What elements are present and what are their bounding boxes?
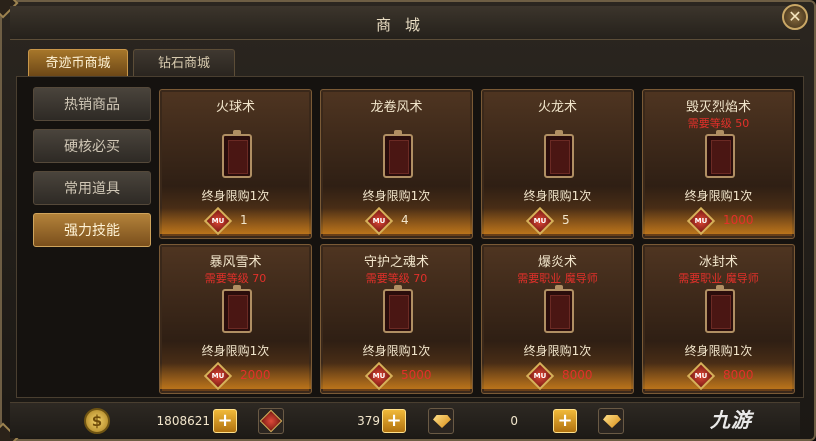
price-row: MU 5000 [321,361,472,391]
price-row: MU 4 [321,206,472,236]
purchase-limit: 终身限购1次 [684,189,753,203]
item-card[interactable]: 守护之魂术 需要等级 70 终身限购1次 MU 5000 [320,244,473,394]
item-name: 暴风雪术 [209,255,262,270]
title-bar: 商城 ✕ [10,4,808,40]
mu-badge-icon: MU [364,206,394,236]
window-title: 商城 [375,16,434,34]
add-diamond-button[interactable]: + [553,409,577,433]
skill-book-icon [383,130,413,178]
item-requirement: 需要等级 70 [204,272,267,285]
item-card[interactable]: 毁灭烈焰术 需要等级 50 终身限购1次 MU 1000 [642,89,795,239]
mu-badge-icon: MU [686,361,716,391]
gold-coin-icon: $ [84,408,110,434]
category-hot-items[interactable]: 热销商品 [33,87,151,121]
item-price: 2000 [240,368,271,382]
mu-badge-icon: MU [525,206,555,236]
purchase-limit: 终身限购1次 [523,344,592,358]
purchase-limit: 终身限购1次 [362,344,431,358]
close-button[interactable]: ✕ [782,4,808,30]
item-price: 8000 [562,368,593,382]
item-card[interactable]: 火球术 终身限购1次 MU 1 [159,89,312,239]
item-card[interactable]: 暴风雪术 需要等级 70 终身限购1次 MU 2000 [159,244,312,394]
add-miracle-coin-button[interactable]: + [382,409,406,433]
mu-badge-icon: MU [203,361,233,391]
mu-badge-icon: MU [686,206,716,236]
item-card[interactable]: 爆炎术 需要职业 魔导师 终身限购1次 MU 8000 [481,244,634,394]
price-row: MU 8000 [643,361,794,391]
item-requirement: 需要职业 魔导师 [517,272,598,285]
mu-badge-icon: MU [203,206,233,236]
purchase-limit: 终身限购1次 [201,189,270,203]
item-price: 1000 [723,213,754,227]
price-row: MU 2000 [160,361,311,391]
item-price: 4 [401,213,409,227]
item-name: 守护之魂术 [363,255,429,270]
category-skills[interactable]: 强力技能 [33,213,151,247]
item-card[interactable]: 冰封术 需要职业 魔导师 终身限购1次 MU 8000 [642,244,795,394]
purchase-limit: 终身限购1次 [523,189,592,203]
skill-book-icon [222,130,252,178]
skill-book-icon [383,285,413,333]
mu-badge-icon [258,408,284,434]
item-price: 5000 [401,368,432,382]
gold-balance: 1808621 [156,414,210,428]
shop-window: 商城 ✕ 奇迹币商城 钻石商城 热销商品 硬核必买 常用道具 强力技能 火球术 … [0,0,816,441]
mu-badge-icon: MU [364,361,394,391]
item-requirement: 需要等级 70 [365,272,428,285]
diamond-balance: 0 [510,414,518,428]
item-requirement: 需要等级 50 [687,117,750,130]
item-name: 毁灭烈焰术 [685,100,751,115]
item-name: 龙卷风术 [370,100,423,115]
item-name: 火球术 [215,100,255,115]
item-price: 8000 [723,368,754,382]
tab-miracle-coin-shop[interactable]: 奇迹币商城 [28,49,128,77]
item-name: 爆炎术 [537,255,577,270]
watermark-logo: 九游 [710,408,752,432]
price-row: MU 8000 [482,361,633,391]
skill-book-icon [705,285,735,333]
skill-book-icon [544,285,574,333]
price-row: MU 5 [482,206,633,236]
shop-content-panel: 热销商品 硬核必买 常用道具 强力技能 火球术 终身限购1次 MU 1 龙卷风术… [16,76,804,398]
tab-diamond-shop[interactable]: 钻石商城 [133,49,235,77]
item-card[interactable]: 火龙术 终身限购1次 MU 5 [481,89,634,239]
skill-book-icon [222,285,252,333]
category-common-items[interactable]: 常用道具 [33,171,151,205]
currency-bar: $ 1808621 + 379 + 0 + [10,402,800,438]
item-name: 火龙术 [537,100,577,115]
item-name: 冰封术 [698,255,738,270]
item-price: 5 [562,213,570,227]
skill-book-icon [705,130,735,178]
price-row: MU 1 [160,206,311,236]
diamond-icon [598,408,624,434]
item-price: 1 [240,213,248,227]
add-gold-button[interactable]: + [213,409,237,433]
item-card[interactable]: 龙卷风术 终身限购1次 MU 4 [320,89,473,239]
purchase-limit: 终身限购1次 [684,344,753,358]
category-must-buy[interactable]: 硬核必买 [33,129,151,163]
purchase-limit: 终身限购1次 [201,344,270,358]
item-requirement: 需要职业 魔导师 [678,272,759,285]
price-row: MU 1000 [643,206,794,236]
skill-book-icon [544,130,574,178]
mu-badge-icon: MU [525,361,555,391]
miracle-coin-balance: 379 [357,414,380,428]
purchase-limit: 终身限购1次 [362,189,431,203]
diamond-icon [428,408,454,434]
